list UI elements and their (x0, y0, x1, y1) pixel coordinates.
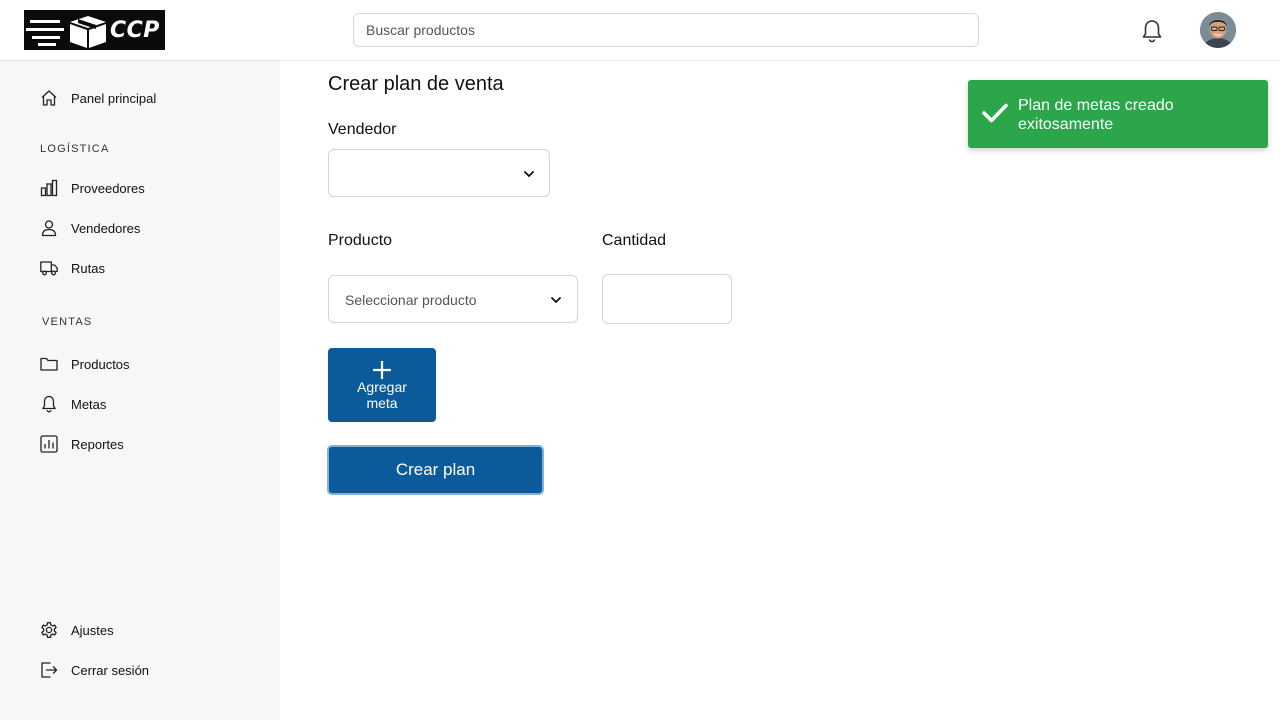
add-goal-label: Agregar meta (357, 379, 407, 411)
logout-icon (41, 662, 58, 678)
logo-text: CCP (110, 18, 160, 43)
product-select[interactable]: Seleccionar producto (328, 275, 578, 323)
check-icon (982, 103, 1008, 123)
sidebar-item-metas[interactable]: Metas (40, 392, 106, 416)
gear-icon (41, 622, 57, 638)
chevron-down-icon (524, 171, 534, 177)
sidebar-item-productos[interactable]: Productos (40, 352, 130, 376)
sidebar-item-vendedores[interactable]: Vendedores (40, 216, 140, 240)
sidebar-item-ajustes[interactable]: Ajustes (40, 618, 114, 642)
sidebar-item-label: Proveedores (71, 180, 145, 196)
chevron-down-icon (551, 297, 561, 303)
sidebar-item-reportes[interactable]: Reportes (40, 432, 124, 456)
seller-select[interactable] (328, 149, 550, 197)
create-plan-button[interactable]: Crear plan (327, 445, 544, 495)
sidebar-item-proveedores[interactable]: Proveedores (40, 176, 145, 200)
add-goal-button[interactable]: Agregar meta (328, 348, 436, 422)
sidebar-item-label: Productos (71, 356, 130, 372)
sidebar-item-label: Panel principal (71, 90, 157, 106)
sidebar-item-cerrar-sesion[interactable]: Cerrar sesión (40, 658, 149, 682)
ccp-logo[interactable]: CCP (24, 10, 165, 50)
product-label: Producto (328, 232, 393, 249)
sidebar-item-label: Cerrar sesión (71, 662, 150, 678)
home-icon (41, 90, 57, 106)
search-input[interactable] (353, 13, 979, 47)
sidebar-item-label: Vendedores (71, 220, 141, 236)
seller-label: Vendedor (328, 121, 397, 138)
success-toast[interactable]: Plan de metas creado exitosamente (968, 80, 1268, 148)
quantity-input[interactable] (602, 274, 732, 324)
toast-message: Plan de metas creado exitosamente (1018, 97, 1174, 133)
sidebar-item-label: Rutas (71, 260, 105, 276)
report-chart-icon (40, 435, 58, 453)
section-label-logistica: LOGÍSTICA (40, 143, 110, 155)
user-avatar[interactable] (1200, 12, 1236, 48)
quantity-label: Cantidad (602, 232, 667, 249)
truck-icon (40, 261, 58, 276)
folder-icon (40, 357, 58, 371)
sidebar-item-rutas[interactable]: Rutas (40, 256, 105, 280)
sidebar: Panel principal LOGÍSTICA Proveedores Ve… (0, 61, 280, 720)
section-label-ventas: VENTAS (42, 316, 93, 328)
bell-icon (42, 395, 56, 413)
bar-chart-icon (40, 179, 58, 197)
sidebar-item-label: Metas (71, 396, 107, 412)
user-icon (41, 220, 57, 237)
page-title: Crear plan de venta (328, 73, 504, 95)
sidebar-item-panel-principal[interactable]: Panel principal (40, 86, 156, 110)
sidebar-item-label: Ajustes (71, 622, 114, 638)
top-header: CCP (0, 0, 1280, 61)
product-select-placeholder: Seleccionar producto (345, 292, 477, 308)
notifications-bell-icon[interactable] (1140, 18, 1164, 44)
sidebar-item-label: Reportes (71, 436, 124, 452)
